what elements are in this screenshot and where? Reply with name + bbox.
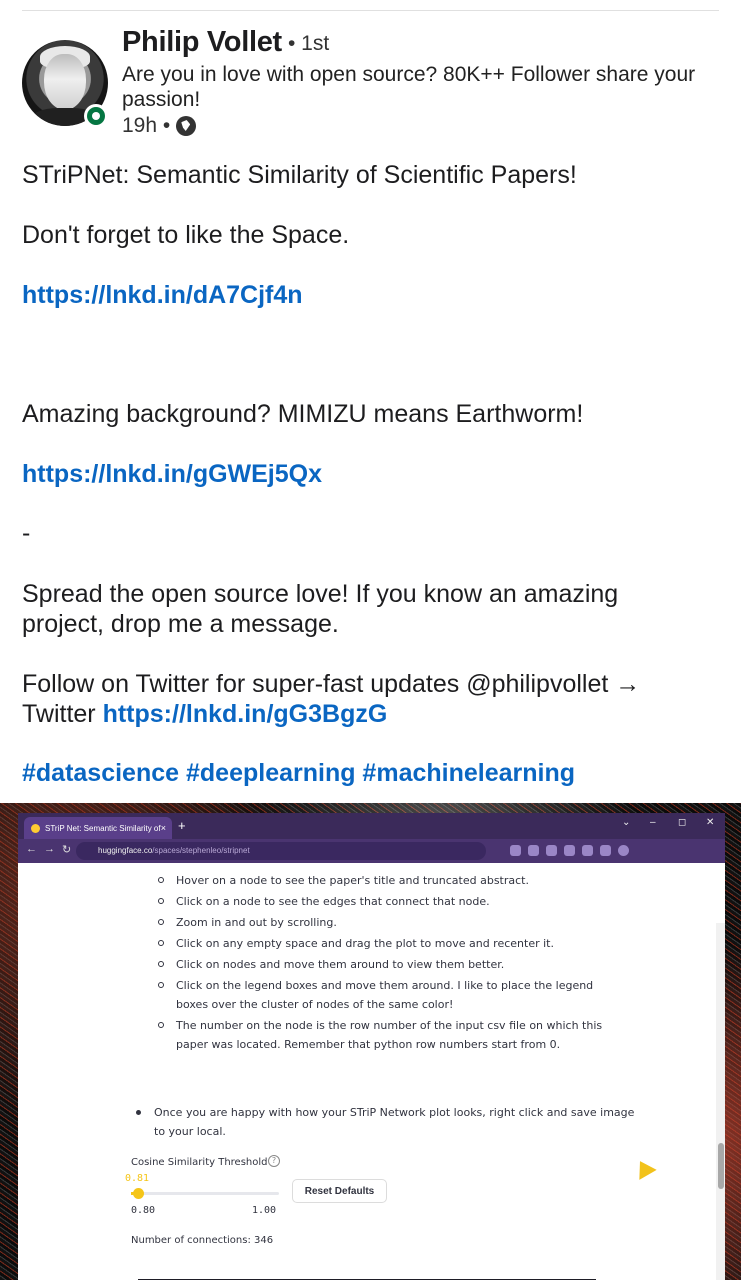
url-field[interactable]: huggingface.co/spaces/stephenleo/stripne… — [76, 842, 486, 860]
post-background-line: Amazing background? MIMIZU means Earthwo… — [22, 400, 584, 428]
similarity-slider[interactable] — [131, 1188, 279, 1199]
post-link-1[interactable]: https://lnkd.in/dA7Cjf4n — [22, 280, 722, 310]
post-time: 19h • — [122, 114, 171, 137]
post-meta: 19h • — [122, 114, 197, 138]
url-host: huggingface.co — [98, 846, 153, 855]
address-bar: ← → ↻ huggingface.co/spaces/stephenleo/s… — [18, 839, 725, 863]
post-spread-line: Spread the open source love! If you know… — [22, 580, 619, 638]
extension-icon[interactable] — [528, 845, 539, 856]
slider-max: 1.00 — [252, 1205, 277, 1216]
post-title-line: STriPNet: Semantic Similarity of Scienti… — [22, 161, 577, 189]
post-link-2[interactable]: https://lnkd.in/gGWEj5Qx — [22, 459, 722, 489]
extension-icon[interactable] — [564, 845, 575, 856]
close-window-button[interactable]: ✕ — [706, 817, 714, 828]
reading-list-icon[interactable] — [600, 845, 611, 856]
extension-icon[interactable] — [546, 845, 557, 856]
minimize-button[interactable]: – — [650, 817, 656, 828]
post-image[interactable]: STriP Net: Semantic Similarity of × + ⌄ … — [0, 803, 741, 1280]
list-item: The number on the node is the row number… — [154, 1016, 614, 1054]
streamlit-page: Hover on a node to see the paper's title… — [18, 863, 725, 1280]
post-hashtags[interactable]: #datascience #deeplearning #machinelearn… — [22, 758, 722, 788]
scrollbar[interactable] — [716, 923, 725, 1280]
extension-icon[interactable] — [510, 845, 521, 856]
maximize-button[interactable]: ◻ — [678, 817, 686, 828]
post-dash: - — [22, 519, 31, 547]
chevron-down-icon[interactable]: ⌄ — [622, 817, 630, 828]
tab-title: STriP Net: Semantic Similarity of — [45, 823, 161, 833]
tab-close-icon[interactable]: × — [161, 823, 166, 833]
url-path: /spaces/stephenleo/stripnet — [152, 846, 250, 855]
back-icon[interactable]: ← — [26, 843, 37, 855]
instruction-list: Hover on a node to see the paper's title… — [154, 871, 614, 1056]
connection-degree: • 1st — [288, 32, 330, 55]
slider-min: 0.80 — [131, 1205, 156, 1216]
online-status-icon — [84, 104, 108, 128]
post-follow-line: Follow on Twitter for super-fast updates… — [22, 669, 702, 729]
author-name[interactable]: Philip Vollet — [122, 26, 282, 59]
post-like-line: Don't forget to like the Space. — [22, 221, 350, 249]
list-item: Click on nodes and move them around to v… — [154, 955, 614, 974]
list-item: Click on any empty space and drag the pl… — [154, 934, 614, 953]
connections-count: Number of connections: 346 — [131, 1235, 274, 1246]
reset-defaults-button[interactable]: Reset Defaults — [292, 1179, 387, 1203]
top-divider — [22, 10, 719, 11]
main-bullet: Once you are happy with how your STriP N… — [134, 1103, 644, 1141]
post-link-3[interactable]: https://lnkd.in/gG3BgzG — [103, 700, 388, 728]
puzzle-icon[interactable] — [582, 845, 593, 856]
slider-value: 0.81 — [125, 1173, 150, 1184]
slider-label: Cosine Similarity Threshold — [131, 1157, 268, 1168]
browser-tab[interactable]: STriP Net: Semantic Similarity of × — [24, 817, 172, 839]
browser-window: STriP Net: Semantic Similarity of × + ⌄ … — [18, 813, 725, 1280]
author-headline: Are you in love with open source? 80K++ … — [122, 63, 696, 111]
profile-avatar[interactable] — [618, 845, 629, 856]
tab-bar: STriP Net: Semantic Similarity of × + ⌄ … — [18, 813, 725, 839]
new-tab-button[interactable]: + — [178, 818, 186, 833]
list-item: Hover on a node to see the paper's title… — [154, 871, 614, 890]
globe-icon — [176, 116, 197, 136]
list-item: Click on a node to see the edges that co… — [154, 892, 614, 911]
list-item: Click on the legend boxes and move them … — [154, 976, 614, 1014]
slider-handle[interactable] — [133, 1188, 145, 1199]
list-item: Zoom in and out by scrolling. — [154, 913, 614, 932]
help-icon[interactable]: ? — [268, 1155, 280, 1167]
forward-icon[interactable]: → — [44, 843, 55, 855]
scrollbar-thumb[interactable] — [718, 1143, 724, 1189]
extensions-toolbar — [510, 845, 629, 856]
reload-icon[interactable]: ↻ — [62, 843, 71, 856]
huggingface-favicon-icon — [31, 823, 40, 833]
